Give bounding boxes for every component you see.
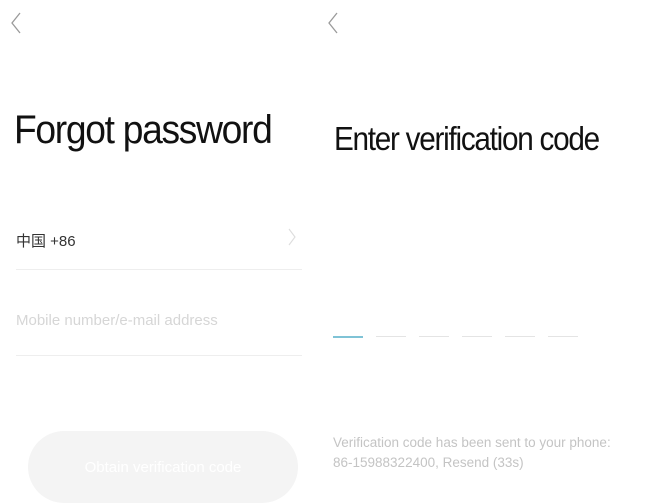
resend-countdown[interactable]: 86-15988322400, Resend (33s) [333,453,653,473]
page-title: Forgot password [14,108,273,152]
obtain-code-button[interactable]: Obtain verification code [28,431,298,503]
chevron-left-icon [328,12,338,34]
code-digit-slot[interactable] [419,336,449,337]
chevron-left-icon [11,12,21,34]
account-input[interactable] [16,300,302,356]
code-sent-line: Verification code has been sent to your … [333,435,611,450]
back-button[interactable] [321,9,345,37]
chevron-right-icon [288,228,296,246]
code-digit-slot[interactable] [333,336,363,338]
code-digit-slot[interactable] [548,336,578,337]
country-code-label: 中国 +86 [16,233,76,250]
code-digit-slot[interactable] [376,336,406,337]
code-digit-slot[interactable] [462,336,492,337]
code-digit-slot[interactable] [505,336,535,337]
page-title: Enter verification code [334,120,600,157]
verification-code-screen: Enter verification code Verification cod… [317,0,655,504]
back-button[interactable] [4,9,28,37]
forgot-password-screen: Forgot password 中国 +86 Obtain verificati… [0,0,312,504]
country-code-selector[interactable]: 中国 +86 [16,224,302,270]
code-sent-message: Verification code has been sent to your … [333,433,653,473]
